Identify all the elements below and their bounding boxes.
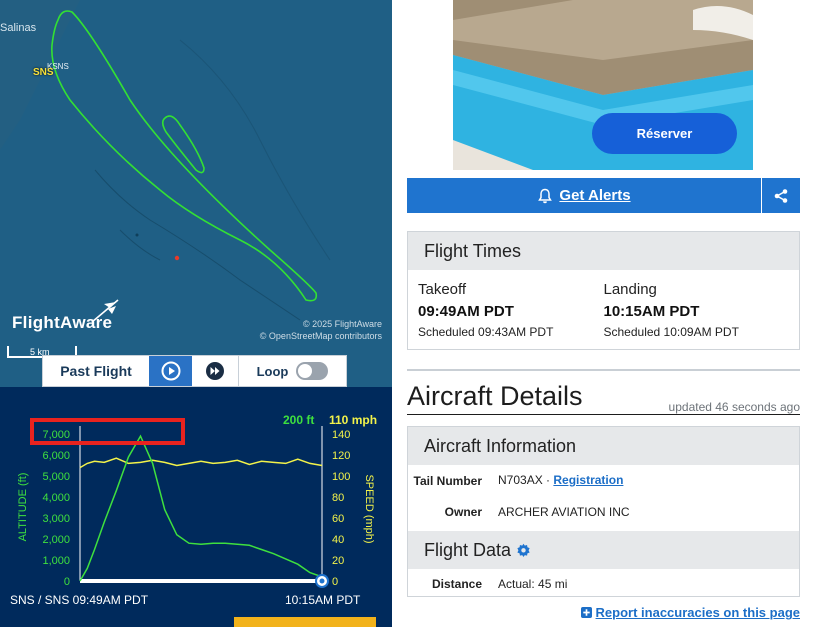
speed-axis-label: SPEED (mph) [363, 474, 375, 543]
landing-column: Landing 10:15AM PDT Scheduled 10:09AM PD… [604, 280, 790, 339]
tail-number-value-group: N703AX · Registration [498, 473, 623, 488]
loop-control[interactable]: Loop [239, 356, 346, 386]
takeoff-column: Takeoff 09:49AM PDT Scheduled 09:43AM PD… [418, 280, 604, 339]
flight-times-card: Flight Times Takeoff 09:49AM PDT Schedul… [407, 231, 800, 350]
tail-number-label: Tail Number [413, 474, 482, 488]
speed-tick-label: 60 [332, 513, 344, 525]
speed-series-line [79, 457, 323, 469]
speed-tick-label: 0 [332, 576, 338, 588]
speed-tick-label: 20 [332, 555, 344, 567]
graph-ad-strip [234, 617, 376, 627]
speed-tick-label: 40 [332, 534, 344, 546]
share-icon [774, 188, 788, 203]
tail-separator: · [546, 473, 551, 487]
report-inaccuracies-link[interactable]: Report inaccuracies on this page [580, 605, 800, 620]
altitude-tick-label: 3,000 [42, 513, 70, 525]
altitude-tick-label: 1,000 [42, 555, 70, 567]
get-alerts-label: Get Alerts [559, 187, 631, 204]
position-dot [174, 255, 180, 261]
speed-tick-label: 80 [332, 492, 344, 504]
airport-label: SNS [33, 67, 54, 78]
distance-value: Actual: 45 mi [498, 577, 568, 591]
altitude-axis-label: ALTITUDE (ft) [17, 473, 29, 542]
takeoff-label: Takeoff [418, 281, 467, 298]
map-credit: © 2025 FlightAware © OpenStreetMap contr… [260, 318, 382, 342]
bell-icon [538, 188, 553, 203]
gear-icon[interactable] [515, 542, 532, 559]
fast-forward-icon [206, 362, 224, 380]
departure-time-label: SNS / SNS 09:49AM PDT [10, 593, 149, 607]
section-divider [407, 369, 800, 371]
owner-row: Owner ARCHER AVIATION INC [408, 505, 799, 519]
speed-tick-label: 100 [332, 471, 350, 483]
tail-number-value: N703AX [498, 473, 543, 487]
highlight-box [30, 418, 185, 445]
credit-line-1: © 2025 FlightAware [302, 319, 382, 329]
flight-map[interactable]: Salinas KSNS SNS FlightAware © 2025 Flig… [0, 0, 392, 387]
get-alerts-button[interactable]: Get Alerts [407, 178, 761, 213]
aircraft-info-title: Aircraft Information [408, 427, 799, 465]
landing-label: Landing [603, 281, 657, 298]
altitude-tick-label: 2,000 [42, 534, 70, 546]
tail-number-row: Tail Number N703AX · Registration [408, 473, 799, 488]
current-altitude: 200 ft [283, 413, 315, 427]
flight-track-loop [161, 115, 205, 174]
play-button[interactable] [149, 356, 192, 386]
title-underline [407, 414, 800, 415]
loop-label: Loop [256, 363, 289, 379]
credit-line-2: © OpenStreetMap contributors [259, 331, 382, 341]
aircraft-details-title: Aircraft Details [407, 381, 583, 411]
alerts-bar: Get Alerts [407, 178, 800, 213]
flight-data-header: Flight Data [408, 531, 799, 569]
aircraft-info-card: Aircraft Information Tail Number N703AX … [407, 426, 800, 597]
altitude-tick-label: 0 [64, 576, 70, 588]
flight-times-title: Flight Times [408, 232, 799, 270]
playback-bar: Past Flight Loop [42, 355, 347, 387]
owner-value: ARCHER AVIATION INC [498, 505, 630, 519]
plane-logo-icon [91, 299, 119, 323]
registration-link[interactable]: Registration [553, 473, 623, 487]
past-flight-label: Past Flight [60, 363, 132, 379]
takeoff-scheduled: Scheduled 09:43AM PDT [418, 325, 554, 339]
current-speed: 110 mph [329, 413, 378, 427]
play-icon [161, 361, 180, 381]
speed-tick-label: 140 [332, 429, 350, 441]
altitude-tick-label: 6,000 [42, 450, 70, 462]
city-label: Salinas [0, 22, 37, 34]
landing-scheduled: Scheduled 10:09AM PDT [603, 325, 739, 339]
altitude-tick-label: 4,000 [42, 492, 70, 504]
updated-timestamp: updated 46 seconds ago [668, 400, 800, 414]
distance-label: Distance [431, 577, 482, 591]
fast-forward-button[interactable] [192, 356, 239, 386]
landing-time: 10:15AM PDT [603, 303, 700, 320]
speed-tick-label: 120 [332, 450, 350, 462]
altitude-speed-graph: 0 1,000 2,000 3,000 4,000 5,000 6,000 7,000 0 20 4… [0, 387, 392, 627]
takeoff-time: 09:49AM PDT [418, 303, 514, 320]
loop-toggle[interactable] [296, 362, 329, 380]
altitude-tick-label: 5,000 [42, 471, 70, 483]
reserve-button[interactable]: Réserver [592, 113, 737, 154]
distance-row: Distance Actual: 45 mi [408, 577, 799, 591]
report-link-label: Report inaccuracies on this page [595, 605, 800, 620]
share-button[interactable] [761, 178, 800, 213]
plus-square-icon [580, 607, 592, 618]
arrival-time-label: 10:15AM PDT [285, 593, 361, 607]
flight-data-title: Flight Data [424, 539, 512, 560]
owner-label: Owner [444, 505, 482, 519]
playhead-center [319, 578, 325, 584]
